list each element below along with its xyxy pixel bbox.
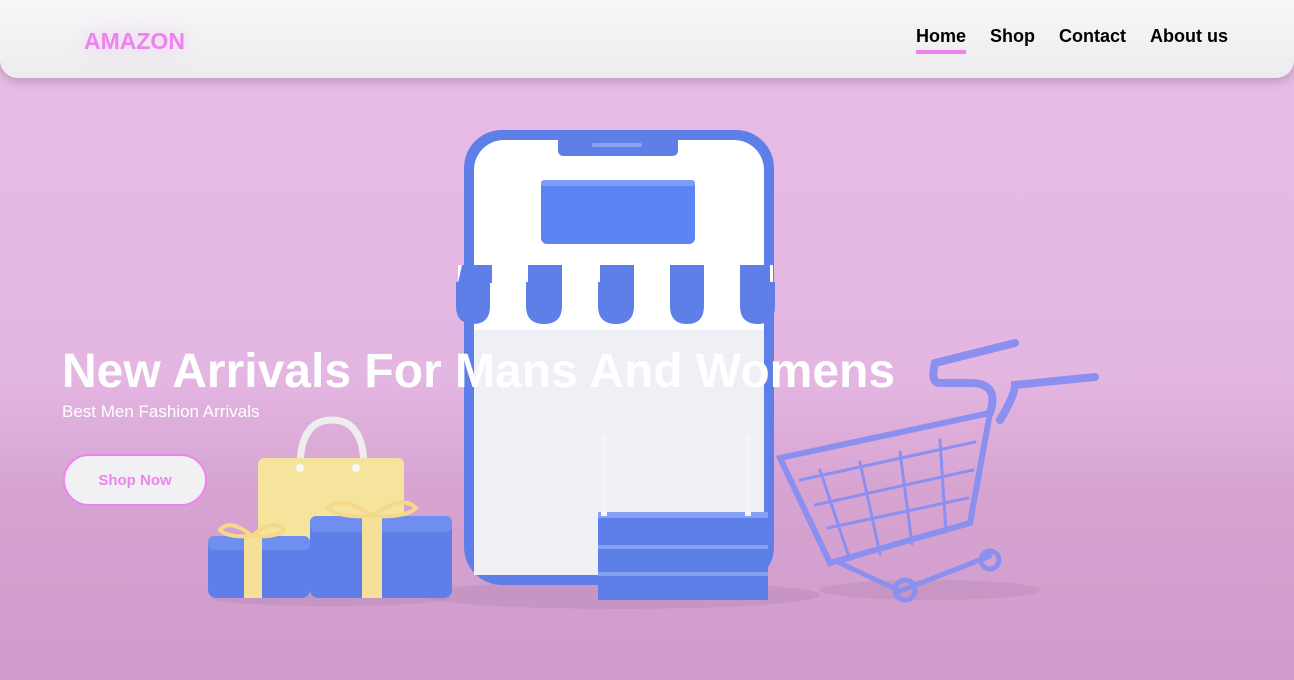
gift-boxes-graphic <box>208 500 452 598</box>
nav-home-link[interactable]: Home <box>915 26 966 54</box>
brand-logo[interactable]: AMAZON <box>84 28 185 55</box>
hero-title: New Arrivals For Mans And Womens <box>62 345 896 398</box>
nav-contact-link[interactable]: Contact <box>1059 26 1126 54</box>
shop-now-button[interactable]: Shop Now <box>63 454 207 506</box>
nav-about-link[interactable]: About us <box>1150 26 1228 54</box>
nav-shop-link[interactable]: Shop <box>990 26 1035 54</box>
hero-subtitle: Best Men Fashion Arrivals <box>62 402 260 421</box>
hero-illustration <box>208 130 1099 609</box>
nav-links: Home Shop Contact About us <box>915 26 1228 54</box>
navbar: AMAZON Home Shop Contact About us <box>0 0 1294 78</box>
